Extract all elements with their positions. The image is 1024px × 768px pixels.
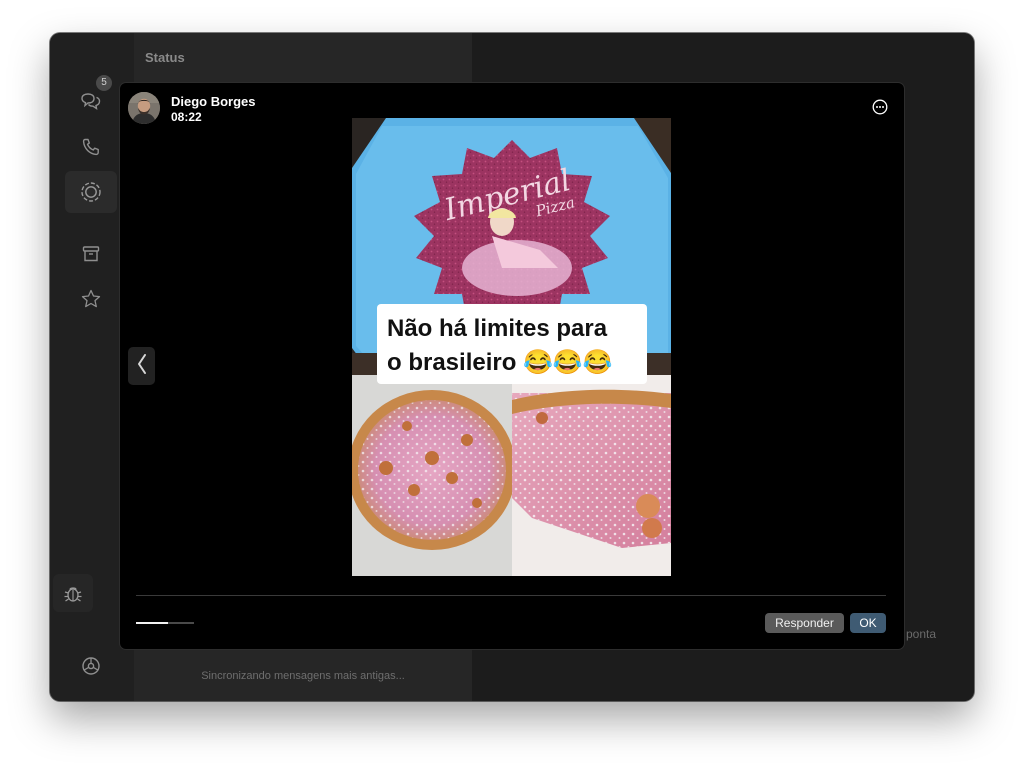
sidebar-item-chats[interactable]: 5 [65, 75, 117, 124]
app-window: 5 Status Sincronizando mensagens mais an… [50, 33, 974, 701]
ok-button[interactable]: OK [850, 613, 886, 633]
story-caption: Não há limites para o brasileiro 😂😂😂 [377, 304, 647, 384]
status-ring-icon [80, 181, 102, 203]
gear-icon [80, 655, 102, 677]
star-icon [80, 288, 102, 310]
poster-time: 08:22 [171, 110, 202, 124]
ellipsis-circle-icon [872, 99, 888, 119]
archive-box-icon [81, 244, 101, 264]
sidebar-item-starred[interactable] [65, 278, 117, 320]
poster-name: Diego Borges [171, 94, 256, 109]
chat-bubbles-icon [79, 92, 103, 114]
sidebar-item-calls[interactable] [65, 126, 117, 168]
viewer-divider [136, 595, 886, 596]
status-viewer-dialog: Diego Borges 08:22 Imperial Pizza Não há… [120, 83, 904, 649]
sidebar-item-debug[interactable] [53, 574, 93, 612]
caption-line-2: o brasileiro 😂😂😂 [387, 349, 613, 376]
avatar[interactable] [128, 92, 160, 124]
phone-icon [81, 137, 101, 157]
status-progress-bar [136, 622, 194, 624]
panel-title: Status [145, 50, 185, 65]
previous-status-button[interactable] [128, 347, 155, 385]
status-progress-fill [136, 622, 168, 624]
sidebar-item-status[interactable] [65, 171, 117, 213]
sidebar-item-settings[interactable] [65, 645, 117, 687]
sync-status-text: Sincronizando mensagens mais antigas... [201, 670, 405, 682]
reply-button[interactable]: Responder [765, 613, 844, 633]
bug-icon [62, 582, 84, 604]
sidebar-item-archived[interactable] [65, 233, 117, 275]
status-media: Imperial Pizza Não há limites para o bra… [352, 118, 671, 576]
unread-badge: 5 [96, 75, 112, 91]
caption-line-1: Não há limites para [387, 315, 608, 342]
more-options-button[interactable] [872, 99, 888, 115]
chevron-left-icon [136, 353, 148, 380]
